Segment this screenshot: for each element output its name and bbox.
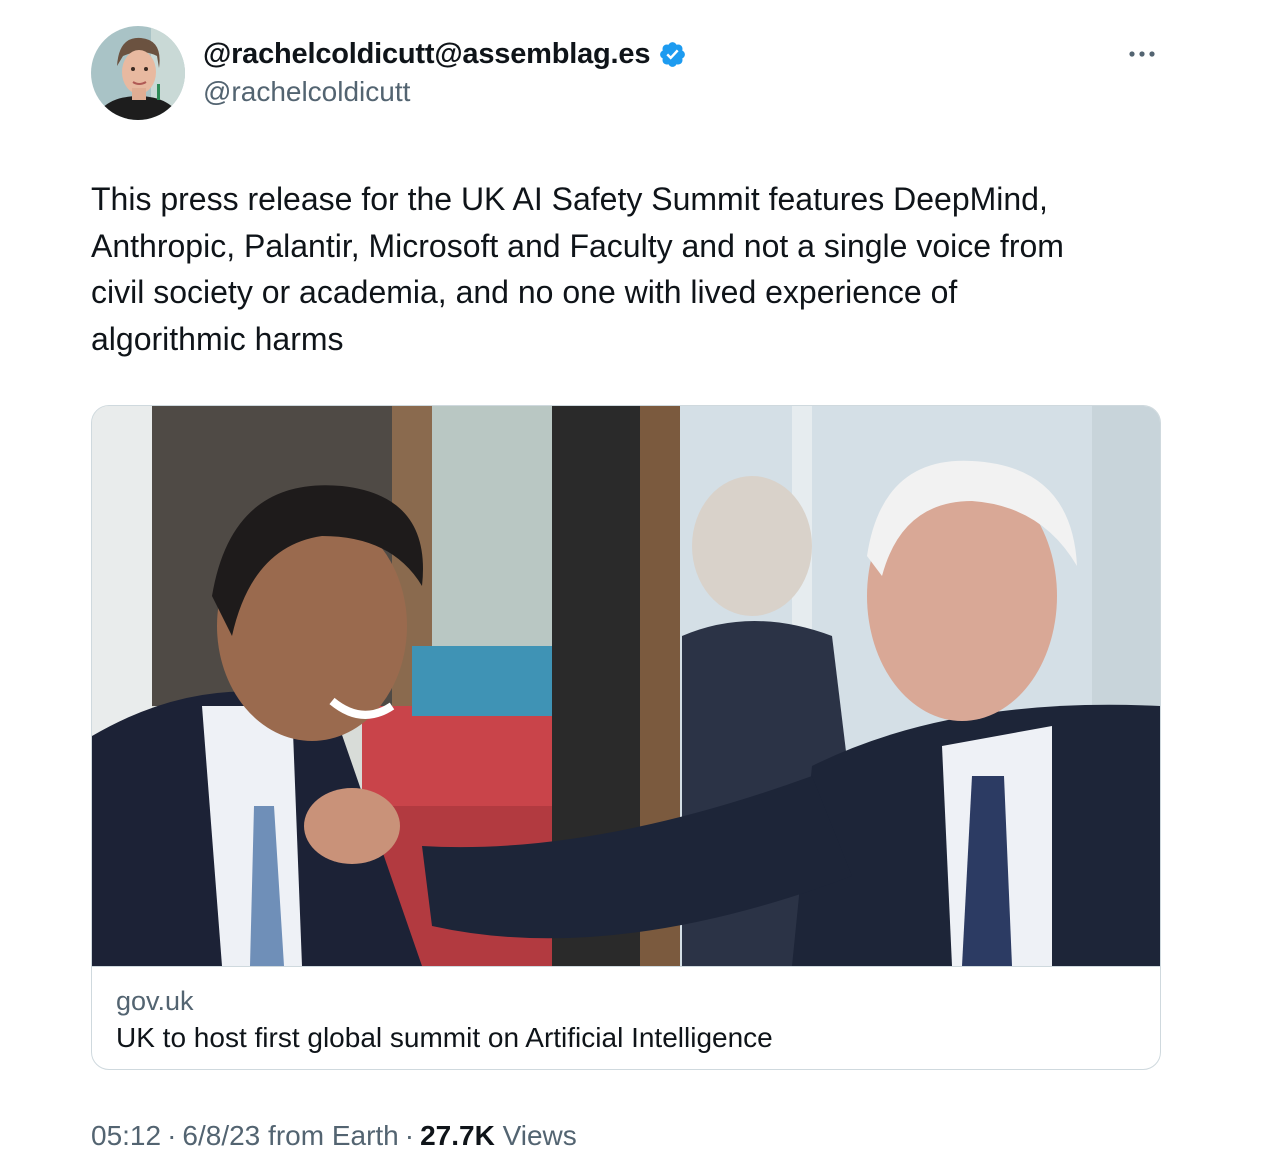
verified-badge-icon — [660, 42, 686, 67]
avatar-photo — [91, 26, 185, 120]
tweet-meta: 05:12 · 6/8/23 from Earth · 27.7K Views — [91, 1120, 577, 1152]
author-avatar[interactable] — [91, 26, 185, 120]
tweet-source: from Earth — [268, 1120, 399, 1151]
author-display-name[interactable]: @rachelcoldicutt@assemblag.es — [203, 38, 687, 71]
tweet-text: This press release for the UK AI Safety … — [91, 181, 1064, 357]
views-count[interactable]: 27.7K — [420, 1120, 495, 1151]
views-label: Views — [502, 1120, 577, 1151]
more-horizontal-icon — [1129, 51, 1155, 57]
display-name-text: @rachelcoldicutt@assemblag.es — [203, 38, 651, 70]
author-handle[interactable]: @rachelcoldicutt — [203, 76, 410, 108]
tweet-time[interactable]: 05:12 — [91, 1120, 161, 1151]
tweet-date[interactable]: 6/8/23 — [182, 1120, 260, 1151]
link-preview-card[interactable]: gov.uk UK to host first global summit on… — [91, 405, 1161, 1070]
card-domain: gov.uk — [116, 986, 194, 1016]
link-preview-image — [92, 406, 1160, 966]
card-divider — [92, 966, 1160, 967]
meta-separator: · — [404, 1120, 415, 1151]
meta-separator: · — [167, 1120, 177, 1151]
more-options-button[interactable] — [1124, 44, 1160, 64]
card-title: UK to host first global summit on Artifi… — [116, 1022, 773, 1053]
